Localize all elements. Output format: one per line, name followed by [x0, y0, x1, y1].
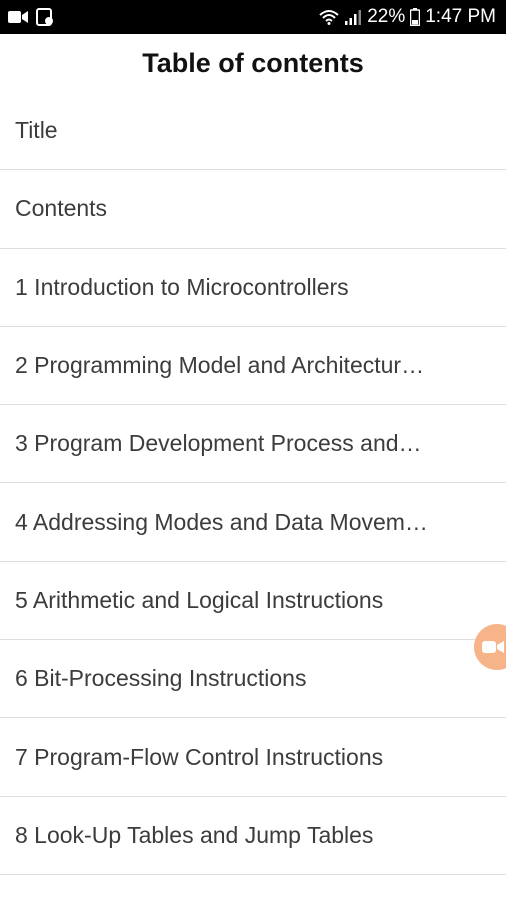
battery-icon [410, 8, 421, 26]
toc-item-label: Contents [15, 195, 108, 222]
toc-item[interactable]: Contents [0, 170, 506, 249]
status-left-icons [8, 8, 54, 26]
app-header: Table of contents [0, 34, 506, 92]
toc-item[interactable]: 4 Addressing Modes and Data Movem… [0, 483, 506, 562]
status-right: 22% 1:47 PM [319, 6, 496, 28]
clock: 1:47 PM [425, 6, 496, 27]
toc-list: Title Contents 1 Introduction to Microco… [0, 92, 506, 875]
toc-item[interactable]: 2 Programming Model and Architectur… [0, 327, 506, 406]
video-camera-icon [8, 11, 28, 23]
toc-item-label: 4 Addressing Modes and Data Movem… [15, 508, 428, 535]
toc-item-label: 7 Program-Flow Control Instructions [15, 743, 384, 770]
toc-item-label: 3 Program Development Process and… [15, 430, 422, 457]
toc-item[interactable]: 6 Bit-Processing Instructions [0, 640, 506, 719]
signal-icon [345, 10, 362, 25]
battery-percent: 22% [367, 6, 406, 27]
toc-item-label: 1 Introduction to Microcontrollers [15, 273, 349, 300]
toc-item-label: 2 Programming Model and Architectur… [15, 352, 425, 379]
toc-item-label: 5 Arithmetic and Logical Instructions [15, 586, 384, 613]
toc-item-label: 6 Bit-Processing Instructions [15, 665, 307, 692]
wifi-icon [319, 10, 339, 25]
video-camera-icon [482, 641, 504, 653]
toc-item[interactable]: 1 Introduction to Microcontrollers [0, 249, 506, 327]
toc-item[interactable]: Title [0, 92, 506, 171]
toc-item-label: Title [15, 117, 58, 144]
page-title: Table of contents [142, 47, 364, 78]
toc-item[interactable]: 5 Arithmetic and Logical Instructions [0, 562, 506, 641]
toc-item[interactable]: 3 Program Development Process and… [0, 405, 506, 484]
toc-item[interactable]: 7 Program-Flow Control Instructions [0, 718, 506, 797]
toc-item-label: 8 Look-Up Tables and Jump Tables [15, 821, 374, 848]
image-icon [36, 8, 53, 26]
toc-item[interactable]: 8 Look-Up Tables and Jump Tables [0, 797, 506, 875]
status-bar: 22% 1:47 PM [0, 0, 506, 34]
